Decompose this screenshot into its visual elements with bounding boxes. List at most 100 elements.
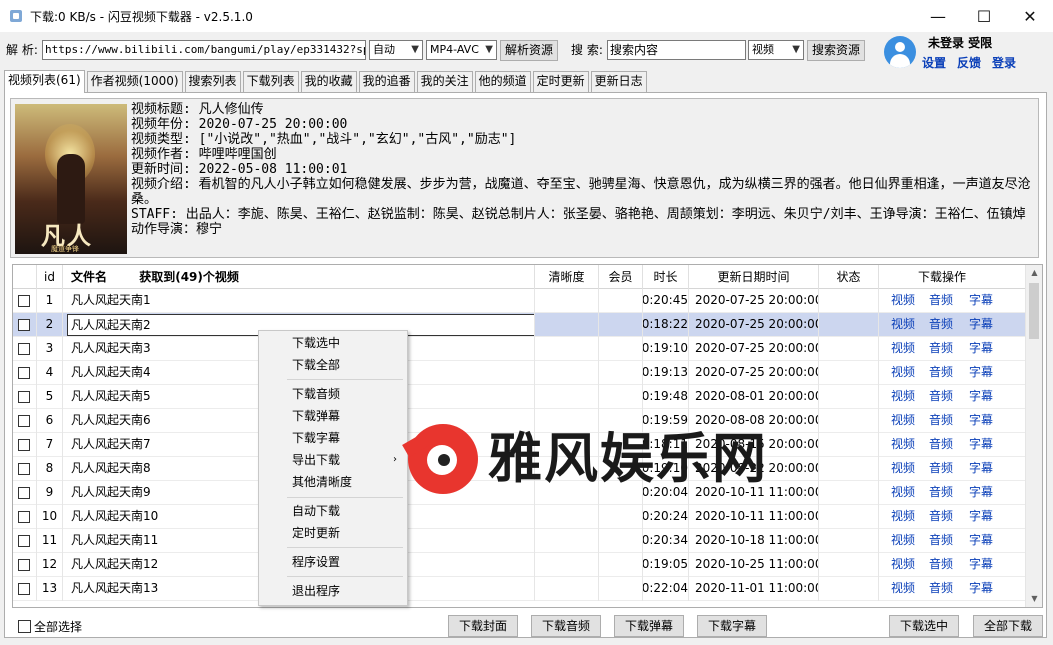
download-audio-link[interactable]: 音频 (929, 313, 953, 336)
download-video-link[interactable]: 视频 (891, 553, 915, 576)
tab-my-favorites[interactable]: 我的收藏 (300, 71, 357, 92)
download-audio-link[interactable]: 音频 (929, 553, 953, 576)
vertical-scrollbar[interactable]: ▲ ▼ (1025, 265, 1042, 607)
download-video-link[interactable]: 视频 (891, 505, 915, 528)
download-audio-link[interactable]: 音频 (929, 433, 953, 456)
ctx-scheduled-update[interactable]: 定时更新 (259, 522, 407, 544)
download-video-link[interactable]: 视频 (891, 409, 915, 432)
download-audio-link[interactable]: 音频 (929, 337, 953, 360)
search-type-select[interactable]: 视频 ▼ (748, 40, 804, 60)
download-subtitle-link[interactable]: 字幕 (969, 361, 993, 384)
table-row[interactable]: 4凡人风起天南400:19:132020-07-25 20:00:00视频音频字… (13, 361, 1025, 385)
download-video-link[interactable]: 视频 (891, 457, 915, 480)
row-checkbox[interactable] (18, 391, 30, 403)
parse-button[interactable]: 解析资源 (500, 40, 558, 61)
row-checkbox[interactable] (18, 535, 30, 547)
download-audio-link[interactable]: 音频 (929, 529, 953, 552)
row-filename[interactable]: 凡人风起天南1 (63, 289, 535, 313)
row-checkbox[interactable] (18, 559, 30, 571)
header-id[interactable]: id (37, 265, 63, 289)
download-video-link[interactable]: 视频 (891, 361, 915, 384)
ctx-export-download[interactable]: 导出下载 › (259, 449, 407, 471)
download-subtitle-link[interactable]: 字幕 (969, 553, 993, 576)
download-subtitle-link[interactable]: 字幕 (969, 457, 993, 480)
download-subtitle-link[interactable]: 字幕 (969, 481, 993, 504)
header-quality[interactable]: 清晰度 (535, 265, 599, 289)
header-actions[interactable]: 下载操作 (879, 265, 1005, 289)
search-input[interactable]: 搜索内容 (607, 40, 746, 60)
tab-video-list[interactable]: 视频列表(61) (4, 70, 85, 93)
table-row[interactable]: 3凡人风起天南300:19:102020-07-25 20:00:00视频音频字… (13, 337, 1025, 361)
download-subtitle-link[interactable]: 字幕 (969, 289, 993, 312)
download-video-link[interactable]: 视频 (891, 577, 915, 600)
download-subtitle-link[interactable]: 字幕 (969, 313, 993, 336)
row-checkbox[interactable] (18, 583, 30, 595)
scroll-thumb[interactable] (1029, 283, 1039, 339)
avatar[interactable] (884, 36, 916, 68)
download-subtitle-button[interactable]: 下载字幕 (697, 615, 767, 637)
download-danmaku-button[interactable]: 下载弹幕 (614, 615, 684, 637)
download-video-link[interactable]: 视频 (891, 385, 915, 408)
table-row[interactable]: 13凡人风起天南1300:22:042020-11-01 11:00:00视频音… (13, 577, 1025, 601)
scroll-up-icon[interactable]: ▲ (1026, 265, 1042, 281)
download-video-link[interactable]: 视频 (891, 529, 915, 552)
download-audio-link[interactable]: 音频 (929, 577, 953, 600)
download-video-link[interactable]: 视频 (891, 337, 915, 360)
table-row[interactable]: 12凡人风起天南1200:19:052020-10-25 11:00:00视频音… (13, 553, 1025, 577)
search-button[interactable]: 搜索资源 (807, 40, 865, 61)
ctx-other-quality[interactable]: 其他清晰度 (259, 471, 407, 493)
row-checkbox[interactable] (18, 463, 30, 475)
feedback-link[interactable]: 反馈 (957, 54, 981, 71)
tab-my-follows[interactable]: 我的关注 (416, 71, 473, 92)
select-all-checkbox[interactable] (18, 620, 31, 633)
download-video-link[interactable]: 视频 (891, 433, 915, 456)
download-cover-button[interactable]: 下载封面 (448, 615, 518, 637)
download-audio-link[interactable]: 音频 (929, 481, 953, 504)
download-subtitle-link[interactable]: 字幕 (969, 337, 993, 360)
download-audio-link[interactable]: 音频 (929, 289, 953, 312)
table-row[interactable]: 2凡人风起天南200:18:222020-07-25 20:00:00视频音频字… (13, 313, 1025, 337)
ctx-auto-download[interactable]: 自动下载 (259, 500, 407, 522)
download-subtitle-link[interactable]: 字幕 (969, 577, 993, 600)
download-subtitle-link[interactable]: 字幕 (969, 505, 993, 528)
row-checkbox[interactable] (18, 439, 30, 451)
header-member[interactable]: 会员 (599, 265, 643, 289)
row-checkbox[interactable] (18, 343, 30, 355)
row-checkbox[interactable] (18, 487, 30, 499)
maximize-button[interactable]: ☐ (961, 0, 1007, 32)
login-link[interactable]: 登录 (992, 54, 1016, 71)
url-input[interactable]: https://www.bilibili.com/bangumi/play/ep… (42, 40, 366, 60)
tab-author-videos[interactable]: 作者视频(1000) (86, 71, 183, 92)
ctx-download-selected[interactable]: 下载选中 (259, 332, 407, 354)
header-status[interactable]: 状态 (819, 265, 879, 289)
ctx-download-subtitle[interactable]: 下载字幕 (259, 427, 407, 449)
row-checkbox[interactable] (18, 295, 30, 307)
ctx-download-danmaku[interactable]: 下载弹幕 (259, 405, 407, 427)
download-audio-link[interactable]: 音频 (929, 361, 953, 384)
download-subtitle-link[interactable]: 字幕 (969, 433, 993, 456)
tab-his-channel[interactable]: 他的频道 (474, 71, 531, 92)
ctx-download-audio[interactable]: 下载音频 (259, 383, 407, 405)
row-checkbox[interactable] (18, 415, 30, 427)
row-checkbox[interactable] (18, 367, 30, 379)
tab-scheduled-update[interactable]: 定时更新 (532, 71, 589, 92)
table-row[interactable]: 5凡人风起天南500:19:482020-08-01 20:00:00视频音频字… (13, 385, 1025, 409)
ctx-program-settings[interactable]: 程序设置 (259, 551, 407, 573)
select-all-label[interactable]: 全部选择 (34, 618, 82, 635)
download-selected-button[interactable]: 下载选中 (889, 615, 959, 637)
tab-search-list[interactable]: 搜索列表 (184, 71, 241, 92)
download-video-link[interactable]: 视频 (891, 481, 915, 504)
download-audio-link[interactable]: 音频 (929, 457, 953, 480)
download-subtitle-link[interactable]: 字幕 (969, 385, 993, 408)
table-row[interactable]: 1凡人风起天南1 00:20:452020-07-25 20:00:00 视频音频字… (13, 289, 1025, 313)
download-subtitle-link[interactable]: 字幕 (969, 529, 993, 552)
header-update-date[interactable]: 更新日期时间 (689, 265, 819, 289)
tab-download-list[interactable]: 下载列表 (242, 71, 299, 92)
download-audio-link[interactable]: 音频 (929, 385, 953, 408)
ctx-download-all[interactable]: 下载全部 (259, 354, 407, 376)
row-checkbox[interactable] (18, 319, 30, 331)
table-row[interactable]: 10凡人风起天南1000:20:242020-10-11 11:00:00视频音… (13, 505, 1025, 529)
download-video-link[interactable]: 视频 (891, 313, 915, 336)
mode-select[interactable]: 自动 ▼ (369, 40, 423, 60)
header-duration[interactable]: 时长 (643, 265, 689, 289)
